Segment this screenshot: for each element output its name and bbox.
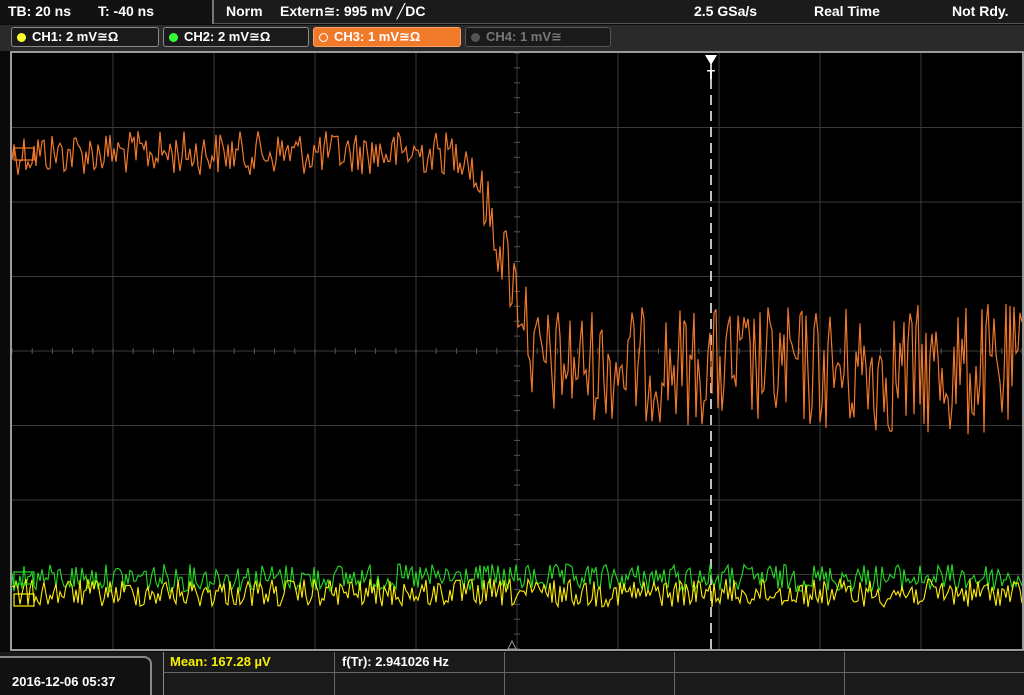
- timebase-label: TB: 20 ns: [8, 3, 72, 19]
- channel-tab-ch1[interactable]: CH1: 2 mV≅Ω: [11, 27, 159, 47]
- ch2-dot-icon: [169, 33, 178, 42]
- measurement-divider: [674, 652, 675, 695]
- measurement-divider: [504, 652, 505, 695]
- ch1-dot-icon: [17, 33, 26, 42]
- ch1-ground-marker-icon[interactable]: [13, 593, 35, 607]
- trigger-source-label[interactable]: Extern≅: 995 mV ╱DC: [280, 3, 425, 20]
- channel-tab-label: CH4: 1 mV≅: [486, 29, 562, 44]
- ch3-dot-icon: [319, 33, 328, 42]
- trigger-marker-label: T: [707, 67, 715, 82]
- datetime-box: 2016-12-06 05:37: [0, 656, 152, 695]
- measurement-divider: [164, 672, 1024, 673]
- channel-tabs: CH1: 2 mV≅Ω CH2: 2 mV≅Ω CH3: 1 mV≅Ω CH4:…: [0, 25, 1024, 51]
- channel-tab-label: CH1: 2 mV≅Ω: [32, 29, 119, 44]
- measurement-divider: [844, 652, 845, 695]
- ch4-dot-icon: [471, 33, 480, 42]
- bottom-bar: 2016-12-06 05:37 Mean: 167.28 µV f(Tr): …: [0, 652, 1024, 695]
- channel-tab-label: CH3: 1 mV≅Ω: [334, 29, 421, 44]
- acquisition-mode-label[interactable]: Norm: [226, 3, 263, 19]
- trigger-arrow-icon: [705, 55, 717, 65]
- acquisition-type-label[interactable]: Real Time: [814, 3, 880, 19]
- horizontal-position-marker-icon: [507, 639, 517, 649]
- ch3-ground-marker-icon[interactable]: [13, 147, 35, 161]
- mean-measurement: Mean: 167.28 µV: [170, 654, 271, 669]
- trigger-state-label: Not Rdy.: [952, 3, 1009, 19]
- waveform-svg: T: [12, 53, 1022, 649]
- timebase-box[interactable]: TB: 20 ns T: -40 ns: [0, 0, 214, 24]
- datetime-label: 2016-12-06 05:37: [12, 674, 116, 689]
- waveform-display[interactable]: T: [10, 51, 1024, 651]
- channel-tab-ch4[interactable]: CH4: 1 mV≅: [465, 27, 611, 47]
- frequency-measurement: f(Tr): 2.941026 Hz: [342, 654, 449, 669]
- graticule: [12, 53, 1022, 649]
- measurement-panel[interactable]: Mean: 167.28 µV f(Tr): 2.941026 Hz: [163, 652, 1024, 695]
- trigger-offset-label: T: -40 ns: [98, 3, 155, 19]
- channel-tab-label: CH2: 2 mV≅Ω: [184, 29, 271, 44]
- measurement-divider: [334, 652, 335, 695]
- status-bar: TB: 20 ns T: -40 ns Norm Extern≅: 995 mV…: [0, 0, 1024, 24]
- sample-rate-label[interactable]: 2.5 GSa/s: [694, 3, 757, 19]
- channel-tab-ch3[interactable]: CH3: 1 mV≅Ω: [313, 27, 461, 47]
- channel-tab-ch2[interactable]: CH2: 2 mV≅Ω: [163, 27, 309, 47]
